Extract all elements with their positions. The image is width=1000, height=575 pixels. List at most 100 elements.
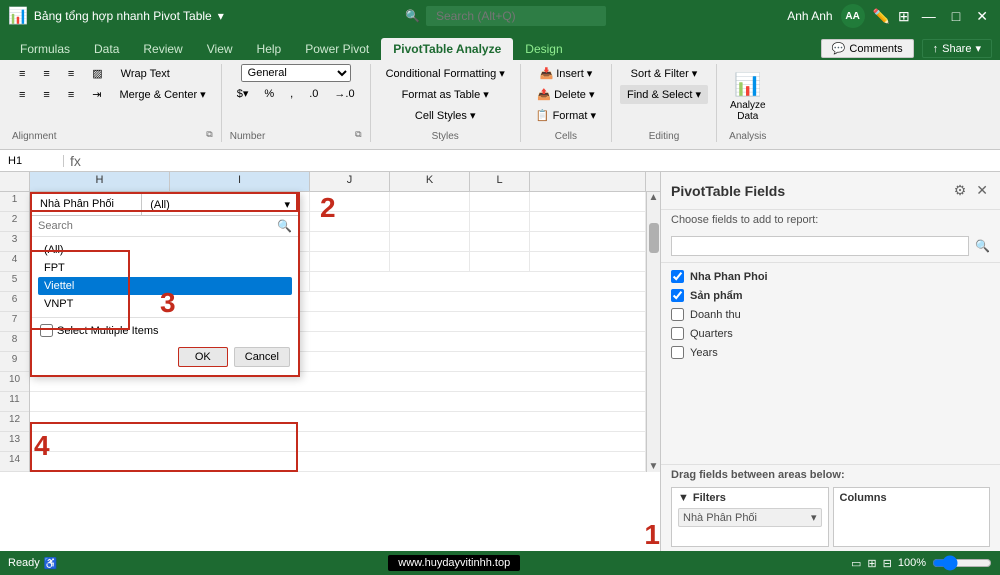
comma-button[interactable]: , [283, 85, 300, 103]
share-icon: ↑ [933, 43, 939, 55]
pivot-field-nha-phan-phoi-checkbox[interactable] [671, 270, 684, 283]
cell-j1[interactable] [310, 192, 390, 211]
select-multiple-checkbox[interactable] [40, 324, 53, 337]
align-left-button[interactable]: ≡ [12, 65, 32, 83]
col-header-h[interactable]: H [30, 172, 170, 191]
title-search-input[interactable] [426, 6, 606, 26]
pivot-field-san-pham-checkbox[interactable] [671, 289, 684, 302]
align-center-button[interactable]: ≡ [36, 65, 56, 83]
col-header-l[interactable]: L [470, 172, 530, 191]
decrease-decimal-button[interactable]: .0 [302, 85, 325, 103]
align-bottom-center-button[interactable]: ≡ [36, 86, 56, 104]
dropdown-item-viettel[interactable]: Viettel [38, 277, 292, 295]
percent-button[interactable]: % [257, 85, 281, 103]
tab-pivottable-analyze[interactable]: PivotTable Analyze [381, 38, 513, 60]
increase-decimal-button[interactable]: →.0 [327, 85, 361, 103]
col-header-i[interactable]: I [170, 172, 310, 191]
currency-button[interactable]: $▾ [230, 84, 256, 103]
cell-l3[interactable] [470, 232, 530, 251]
number-format-select[interactable]: General [241, 64, 351, 82]
cell-j4[interactable] [310, 252, 390, 271]
pivot-field-doanh-thu[interactable]: Doanh thu [671, 305, 990, 324]
dropdown-search-input[interactable] [38, 220, 277, 232]
tab-review[interactable]: Review [131, 38, 194, 60]
dropdown-header: Nhà Phân Phối (All) ▾ [32, 194, 298, 216]
comment-icon: 💬 [832, 42, 846, 55]
merge-center-button[interactable]: Merge & Center ▾ [112, 85, 212, 104]
minimize-button[interactable]: — [918, 8, 940, 24]
pivot-field-quarters-checkbox[interactable] [671, 327, 684, 340]
dropdown-actions: OK Cancel [32, 343, 298, 375]
ok-button[interactable]: OK [178, 347, 228, 367]
pivot-close-button[interactable]: ✕ [974, 180, 990, 201]
dropdown-footer: Select Multiple Items [32, 317, 298, 343]
pivot-field-quarters[interactable]: Quarters [671, 324, 990, 343]
align-bottom-right-button[interactable]: ≡ [61, 86, 81, 104]
pivot-field-nha-phan-phoi[interactable]: Nha Phan Phoi [671, 267, 990, 286]
cell-k1[interactable] [390, 192, 470, 211]
tab-view[interactable]: View [195, 38, 245, 60]
pivot-area-filters-value[interactable]: Nhà Phân Phối ▾ [678, 508, 822, 527]
cell-styles-button[interactable]: Cell Styles ▾ [408, 106, 483, 125]
pivot-field-years[interactable]: Years [671, 343, 990, 362]
tab-formulas[interactable]: Formulas [8, 38, 82, 60]
number-expand-icon[interactable]: ⧉ [355, 129, 361, 142]
analyze-data-button[interactable]: 📊 AnalyzeData [725, 69, 771, 125]
row-num-14: 14 [0, 452, 29, 472]
dropdown-item-all[interactable]: (All) [38, 241, 292, 259]
align-bottom-left-button[interactable]: ≡ [12, 86, 32, 104]
dropdown-value-select[interactable]: (All) ▾ [142, 194, 298, 215]
pivot-field-years-checkbox[interactable] [671, 346, 684, 359]
pivot-settings-button[interactable]: ⚙ [952, 180, 969, 201]
share-button[interactable]: ↑ Share ▾ [922, 39, 992, 58]
format-as-table-button[interactable]: Format as Table ▾ [395, 85, 496, 104]
delete-button[interactable]: 📤 Delete ▾ [530, 85, 601, 104]
scroll-thumb[interactable] [649, 223, 659, 253]
close-button[interactable]: ✕ [972, 8, 992, 25]
page-break-button[interactable]: ⊟ [883, 557, 892, 570]
vertical-scrollbar[interactable]: ▲ ▼ [646, 192, 660, 472]
insert-button[interactable]: 📥 Insert ▾ [532, 64, 599, 83]
cell-k2[interactable] [390, 212, 470, 231]
conditional-formatting-button[interactable]: Conditional Formatting ▾ [379, 64, 512, 83]
cell-k3[interactable] [390, 232, 470, 251]
cell-j2[interactable] [310, 212, 390, 231]
tab-power-pivot[interactable]: Power Pivot [293, 38, 381, 60]
cell-j3[interactable] [310, 232, 390, 251]
wrap-text-button[interactable]: Wrap Text [114, 65, 177, 83]
dropdown-item-vnpt[interactable]: VNPT [38, 295, 292, 313]
align-right-button[interactable]: ≡ [61, 65, 81, 83]
cell-l1[interactable] [470, 192, 530, 211]
cell-k4[interactable] [390, 252, 470, 271]
dropdown-item-fpt[interactable]: FPT [38, 259, 292, 277]
tab-help[interactable]: Help [245, 38, 294, 60]
name-box[interactable]: H1 [4, 155, 64, 167]
col-header-j[interactable]: J [310, 172, 390, 191]
border-button[interactable]: ▨ [85, 64, 109, 83]
zoom-slider[interactable] [932, 555, 992, 571]
cell-l4[interactable] [470, 252, 530, 271]
pivot-search-input[interactable] [671, 236, 969, 256]
pivot-field-san-pham[interactable]: Sản phẩm [671, 286, 990, 305]
alignment-expand-icon[interactable]: ⧉ [206, 129, 212, 142]
format-button[interactable]: 📋 Format ▾ [529, 106, 603, 125]
select-multiple-label[interactable]: Select Multiple Items [40, 324, 158, 337]
filters-field-value: Nhà Phân Phối [683, 512, 757, 524]
indent-button[interactable]: ⇥ [85, 85, 108, 104]
column-headers: H I J K L [0, 172, 660, 192]
maximize-button[interactable]: □ [948, 8, 964, 24]
tab-data[interactable]: Data [82, 38, 131, 60]
sort-filter-button[interactable]: Sort & Filter ▾ [624, 64, 705, 83]
comments-button[interactable]: 💬 Comments [821, 39, 914, 58]
page-layout-button[interactable]: ⊞ [867, 557, 876, 570]
cell-l2[interactable] [470, 212, 530, 231]
pivot-field-doanh-thu-checkbox[interactable] [671, 308, 684, 321]
scroll-up-button[interactable]: ▲ [649, 192, 659, 203]
main-content: H I J K L 1 2 3 4 5 6 7 8 9 10 11 12 [0, 172, 1000, 551]
col-header-k[interactable]: K [390, 172, 470, 191]
cancel-button[interactable]: Cancel [234, 347, 290, 367]
scroll-down-button[interactable]: ▼ [649, 461, 659, 472]
tab-design[interactable]: Design [513, 38, 574, 60]
normal-view-button[interactable]: ▭ [851, 557, 861, 570]
find-select-button[interactable]: Find & Select ▾ [620, 85, 708, 104]
